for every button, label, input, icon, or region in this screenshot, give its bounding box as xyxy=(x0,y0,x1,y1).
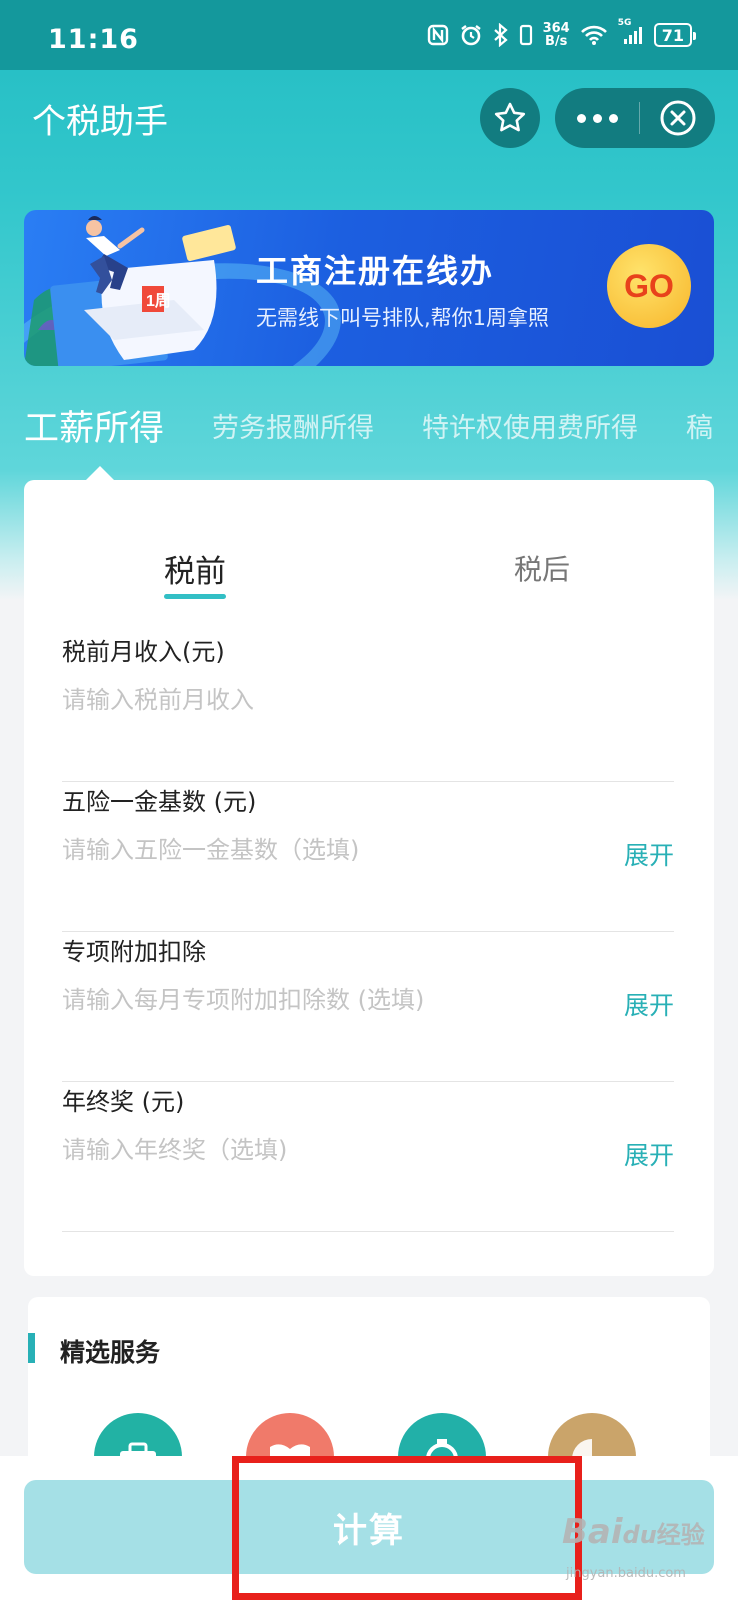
insurance-base-label: 五险一金基数 (元) xyxy=(62,788,257,816)
annual-bonus-field: 年终奖 (元) 展开 xyxy=(62,1082,674,1232)
baidu-jingyan-watermark: Baidu经验 jingyan.baidu.com xyxy=(562,1500,738,1590)
special-deduction-field: 专项附加扣除 展开 xyxy=(62,932,674,1082)
watermark-brand: Bai xyxy=(562,1512,623,1552)
tab-labor-remuneration[interactable]: 劳务报酬所得 xyxy=(212,406,374,445)
section-accent-bar xyxy=(28,1333,35,1363)
annual-bonus-label: 年终奖 (元) xyxy=(62,1088,185,1116)
annotation-highlight-box xyxy=(232,1456,582,1600)
watermark-logo: Baidu经验 xyxy=(562,1512,705,1552)
calculator-card: 税前 税后 税前月收入(元) 五险一金基数 (元) 展开 专项附加扣除 展开 年… xyxy=(24,480,714,1276)
signal-label: 5G xyxy=(617,18,632,28)
star-icon xyxy=(494,102,526,132)
more-dot-icon xyxy=(608,113,618,123)
vibrate-icon xyxy=(519,23,533,47)
alarm-icon xyxy=(459,23,483,47)
capsule-menu xyxy=(555,88,715,148)
banner-illustration: 1周 xyxy=(24,216,236,366)
insurance-base-input[interactable] xyxy=(62,830,582,870)
tab-pre-tax[interactable]: 税前 xyxy=(164,546,226,599)
special-deduction-expand-button[interactable]: 展开 xyxy=(624,986,674,1022)
monthly-income-label: 税前月收入(元) xyxy=(62,638,225,666)
net-speed: 364 B/s xyxy=(543,22,570,48)
annual-bonus-input[interactable] xyxy=(62,1130,582,1170)
annual-bonus-expand-button[interactable]: 展开 xyxy=(624,1136,674,1172)
monthly-income-field: 税前月收入(元) xyxy=(62,632,674,782)
wifi-icon xyxy=(580,24,608,46)
favorite-button[interactable] xyxy=(480,88,540,148)
active-tab-pointer xyxy=(86,466,114,480)
special-deduction-input[interactable] xyxy=(62,980,582,1020)
page-title: 个税助手 xyxy=(32,102,168,142)
tab-royalty-income[interactable]: 特许权使用费所得 xyxy=(422,406,638,445)
cell-signal-icon: 5G xyxy=(618,18,644,46)
income-type-tabs: 工薪所得 劳务报酬所得 特许权使用费所得 稿 xyxy=(24,395,738,455)
tab-after-tax[interactable]: 税后 xyxy=(514,548,570,588)
more-button[interactable] xyxy=(555,88,639,148)
battery-indicator: 71 xyxy=(653,23,697,47)
status-time: 11:16 xyxy=(48,24,139,55)
net-speed-unit: B/s xyxy=(544,34,568,49)
monthly-income-input[interactable] xyxy=(62,680,582,720)
banner-go-button[interactable]: GO xyxy=(607,244,691,328)
banner-subtitle: 无需线下叫号排队,帮你1周拿照 xyxy=(256,306,550,330)
special-deduction-label: 专项附加扣除 xyxy=(62,938,206,966)
watermark-suffix: 经验 xyxy=(656,1521,705,1549)
more-dot-icon xyxy=(592,113,602,123)
status-bar: 11:16 364 B/s 5G 71 xyxy=(0,0,738,70)
close-button[interactable] xyxy=(640,88,715,148)
nfc-icon xyxy=(427,24,449,46)
more-dot-icon xyxy=(576,113,586,123)
insurance-base-field: 五险一金基数 (元) 展开 xyxy=(62,782,674,932)
status-icons: 364 B/s 5G 71 xyxy=(427,18,697,48)
tab-salary-income[interactable]: 工薪所得 xyxy=(24,400,164,451)
watermark-url: jingyan.baidu.com xyxy=(566,1566,686,1581)
tab-manuscript-income[interactable]: 稿 xyxy=(686,406,713,445)
battery-level: 71 xyxy=(661,25,684,45)
banner-title: 工商注册在线办 xyxy=(256,252,495,290)
insurance-base-expand-button[interactable]: 展开 xyxy=(624,836,674,872)
close-icon xyxy=(660,100,695,136)
bluetooth-icon xyxy=(493,23,509,47)
banner-illustration-text: 1周 xyxy=(146,292,171,310)
watermark-paw: du xyxy=(622,1521,657,1549)
services-title: 精选服务 xyxy=(60,1338,161,1367)
promo-banner[interactable]: 1周 工商注册在线办 无需线下叫号排队,帮你1周拿照 GO xyxy=(24,210,714,366)
